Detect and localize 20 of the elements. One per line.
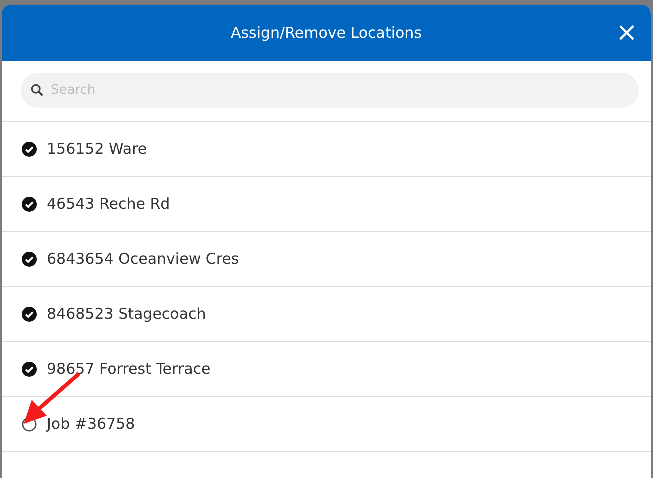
location-name: 98657 Forrest Terrace	[47, 360, 211, 378]
location-row[interactable]: 46543 Reche Rd	[2, 177, 651, 232]
location-row[interactable]: 98657 Forrest Terrace	[2, 342, 651, 397]
dialog-title: Assign/Remove Locations	[230, 24, 422, 42]
close-button[interactable]: ×	[615, 21, 639, 45]
location-name: 156152 Ware	[47, 140, 148, 158]
checkmark-icon[interactable]	[22, 142, 37, 156]
location-name: 8468523 Stagecoach	[47, 305, 206, 323]
checkmark-icon[interactable]	[22, 252, 37, 266]
location-row[interactable]: 156152 Ware	[2, 122, 651, 177]
location-row[interactable]: 8468523 Stagecoach	[2, 287, 651, 342]
location-name: Job #36758	[47, 415, 136, 433]
search-icon	[31, 84, 44, 97]
radio-circle-icon[interactable]	[22, 416, 37, 432]
location-name: 6843654 Oceanview Cres	[47, 250, 240, 268]
checkmark-icon[interactable]	[22, 362, 37, 376]
checkmark-icon[interactable]	[22, 196, 37, 212]
checkmark-icon[interactable]	[22, 306, 37, 322]
location-row[interactable]: 6843654 Oceanview Cres	[2, 232, 651, 287]
location-name: 46543 Reche Rd	[47, 195, 170, 213]
